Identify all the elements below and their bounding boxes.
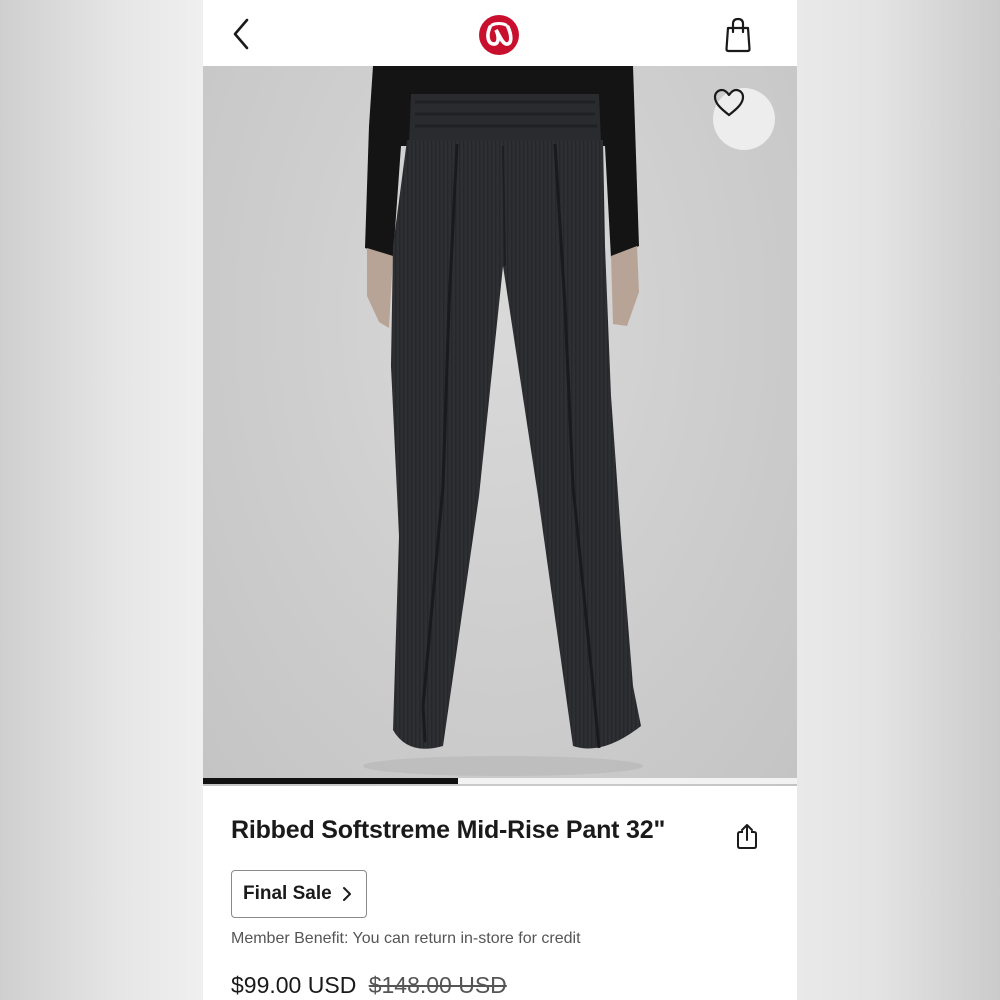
product-title: Ribbed Softstreme Mid-Rise Pant 32": [231, 816, 666, 844]
shopping-bag-icon: [725, 17, 751, 53]
chevron-left-icon: [233, 18, 249, 50]
member-benefit-text: Member Benefit: You can return in-store …: [231, 930, 581, 947]
favorite-button[interactable]: [713, 88, 775, 150]
carousel-progress-fill: [203, 778, 459, 784]
chevron-right-icon: [342, 887, 351, 901]
share-icon: [737, 824, 757, 849]
shopping-bag-button[interactable]: [721, 16, 755, 54]
back-button[interactable]: [225, 14, 261, 54]
final-sale-button[interactable]: Final Sale: [231, 870, 367, 918]
top-nav-bar: [203, 0, 797, 66]
carousel-progress: [203, 778, 797, 784]
heart-outline-icon: [713, 88, 745, 117]
lululemon-logo[interactable]: [478, 14, 520, 56]
final-sale-label: Final Sale: [243, 883, 332, 904]
price-row: $99.00 USD $148.00 USD: [231, 972, 507, 999]
share-button[interactable]: [735, 822, 759, 850]
product-page: Ribbed Softstreme Mid-Rise Pant 32" Fina…: [203, 0, 797, 1000]
current-price: $99.00 USD: [231, 972, 357, 998]
product-image-carousel[interactable]: [203, 66, 797, 786]
original-price: $148.00 USD: [368, 972, 507, 998]
product-photo: [363, 66, 643, 776]
